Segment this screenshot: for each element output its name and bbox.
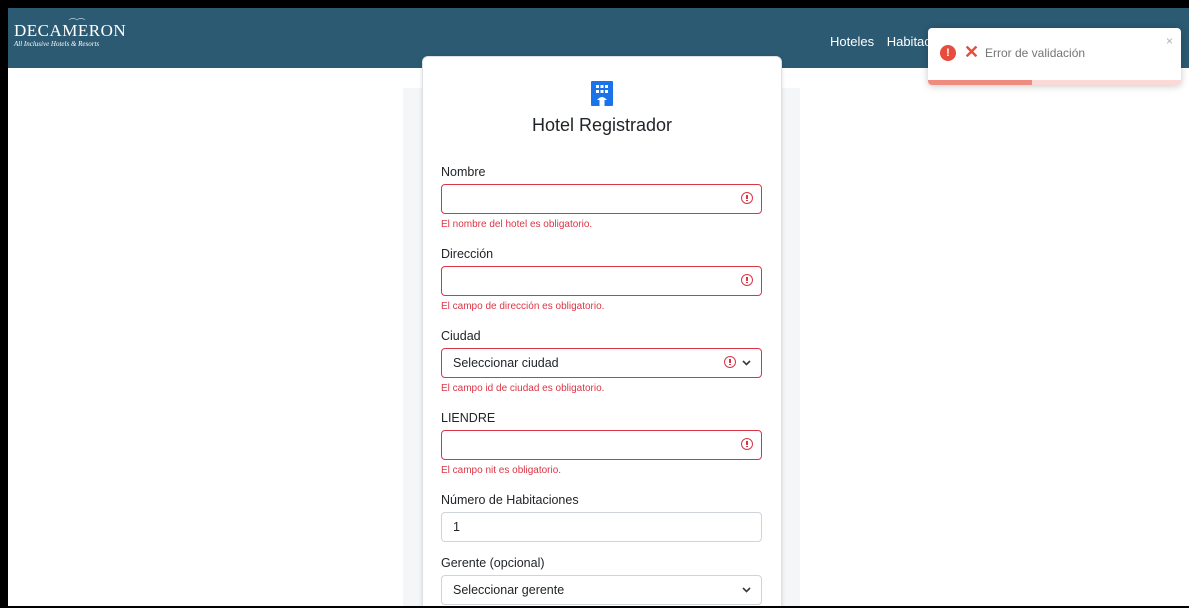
nit-error: El campo nit es obligatorio. xyxy=(441,465,562,476)
nombre-label: Nombre xyxy=(441,165,486,179)
brand-tagline: All Inclusive Hotels & Resorts xyxy=(14,40,100,48)
alert-circle-icon: ! xyxy=(940,45,956,61)
nombre-error: El nombre del hotel es obligatorio. xyxy=(441,219,593,230)
toast-progress-bar xyxy=(928,80,1181,85)
nav-item-habitaciones[interactable]: Habitac xyxy=(887,34,931,49)
nav-links: Hoteles Habitac xyxy=(830,34,940,49)
toast-close-button[interactable]: × xyxy=(1166,34,1173,48)
habitaciones-input[interactable]: 1 xyxy=(441,512,762,542)
direccion-input[interactable] xyxy=(441,266,762,296)
direccion-error: El campo de dirección es obligatorio. xyxy=(441,301,605,312)
habitaciones-value: 1 xyxy=(453,520,460,534)
page: ⌒⌒ DECAMERON All Inclusive Hotels & Reso… xyxy=(8,8,1189,606)
direccion-label: Dirección xyxy=(441,247,494,261)
form-title: Hotel Registrador xyxy=(531,115,673,135)
hotel-form-card: Hotel Registrador Nombre El nombre del h… xyxy=(422,56,782,606)
ciudad-label: Ciudad xyxy=(441,329,481,343)
nav-item-hoteles[interactable]: Hoteles xyxy=(830,34,874,49)
nombre-input[interactable] xyxy=(441,184,762,214)
ciudad-select[interactable]: Seleccionar ciudad xyxy=(441,348,762,378)
habitaciones-label: Número de Habitaciones xyxy=(441,493,579,507)
brand-logo[interactable]: ⌒⌒ DECAMERON All Inclusive Hotels & Reso… xyxy=(14,18,126,49)
nit-error-icon xyxy=(741,438,753,450)
error-toast[interactable]: ! ✕ Error de validación × xyxy=(928,28,1181,85)
ciudad-error: El campo id de ciudad es obligatorio. xyxy=(441,383,605,394)
nit-input[interactable] xyxy=(441,430,762,460)
gerente-label: Gerente (opcional) xyxy=(441,556,545,570)
error-x-icon: ✕ xyxy=(964,42,980,62)
toast-message: Error de validación xyxy=(985,46,1086,60)
nit-label: LIENDRE xyxy=(441,411,496,425)
gerente-select[interactable]: Seleccionar gerente xyxy=(441,575,762,605)
chevron-down-icon xyxy=(742,587,751,593)
hotel-building-icon xyxy=(591,81,613,106)
logo-crown-icon: ⌒⌒ xyxy=(69,18,85,27)
ciudad-error-icon xyxy=(724,356,736,368)
gerente-selected: Seleccionar gerente xyxy=(453,583,565,597)
toast-progress-fill xyxy=(928,80,1032,85)
nombre-error-icon xyxy=(741,192,753,204)
ciudad-selected: Seleccionar ciudad xyxy=(453,356,559,370)
chevron-down-icon xyxy=(742,360,751,366)
direccion-error-icon xyxy=(741,274,753,286)
